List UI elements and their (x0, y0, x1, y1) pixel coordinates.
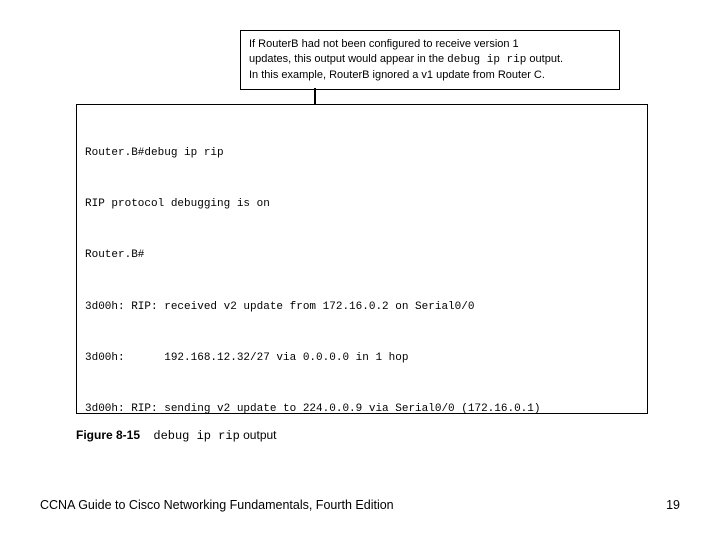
callout-line-1: If RouterB had not been configured to re… (249, 37, 611, 52)
terminal-line: Router.B# (85, 247, 639, 264)
terminal-line: Router.B#debug ip rip (85, 145, 639, 162)
terminal-line: 3d00h: RIP: received v2 update from 172.… (85, 299, 639, 316)
callout-line-3: In this example, RouterB ignored a v1 up… (249, 68, 611, 83)
callout-line-2a: updates, this output would appear in the (249, 53, 447, 65)
figure-caption: Figure 8-15 debug ip rip output (76, 428, 277, 443)
footer-book-title: CCNA Guide to Cisco Networking Fundament… (40, 498, 394, 512)
footer-page-number: 19 (666, 498, 680, 512)
figure-suffix: output (240, 428, 277, 442)
terminal-line: RIP protocol debugging is on (85, 196, 639, 213)
figure-cmd: debug ip rip (153, 429, 239, 443)
callout-box: If RouterB had not been configured to re… (240, 30, 620, 90)
slide-stage: If RouterB had not been configured to re… (0, 0, 720, 540)
terminal-line: 3d00h: 192.168.12.32/27 via 0.0.0.0 in 1… (85, 350, 639, 367)
callout-line-2c: output. (526, 53, 563, 65)
terminal-line: 3d00h: RIP: sending v2 update to 224.0.0… (85, 401, 639, 414)
figure-number: Figure 8-15 (76, 428, 140, 442)
terminal-output: Router.B#debug ip rip RIP protocol debug… (76, 104, 648, 414)
callout-cmd: debug ip rip (447, 54, 526, 66)
callout-line-2: updates, this output would appear in the… (249, 52, 611, 68)
